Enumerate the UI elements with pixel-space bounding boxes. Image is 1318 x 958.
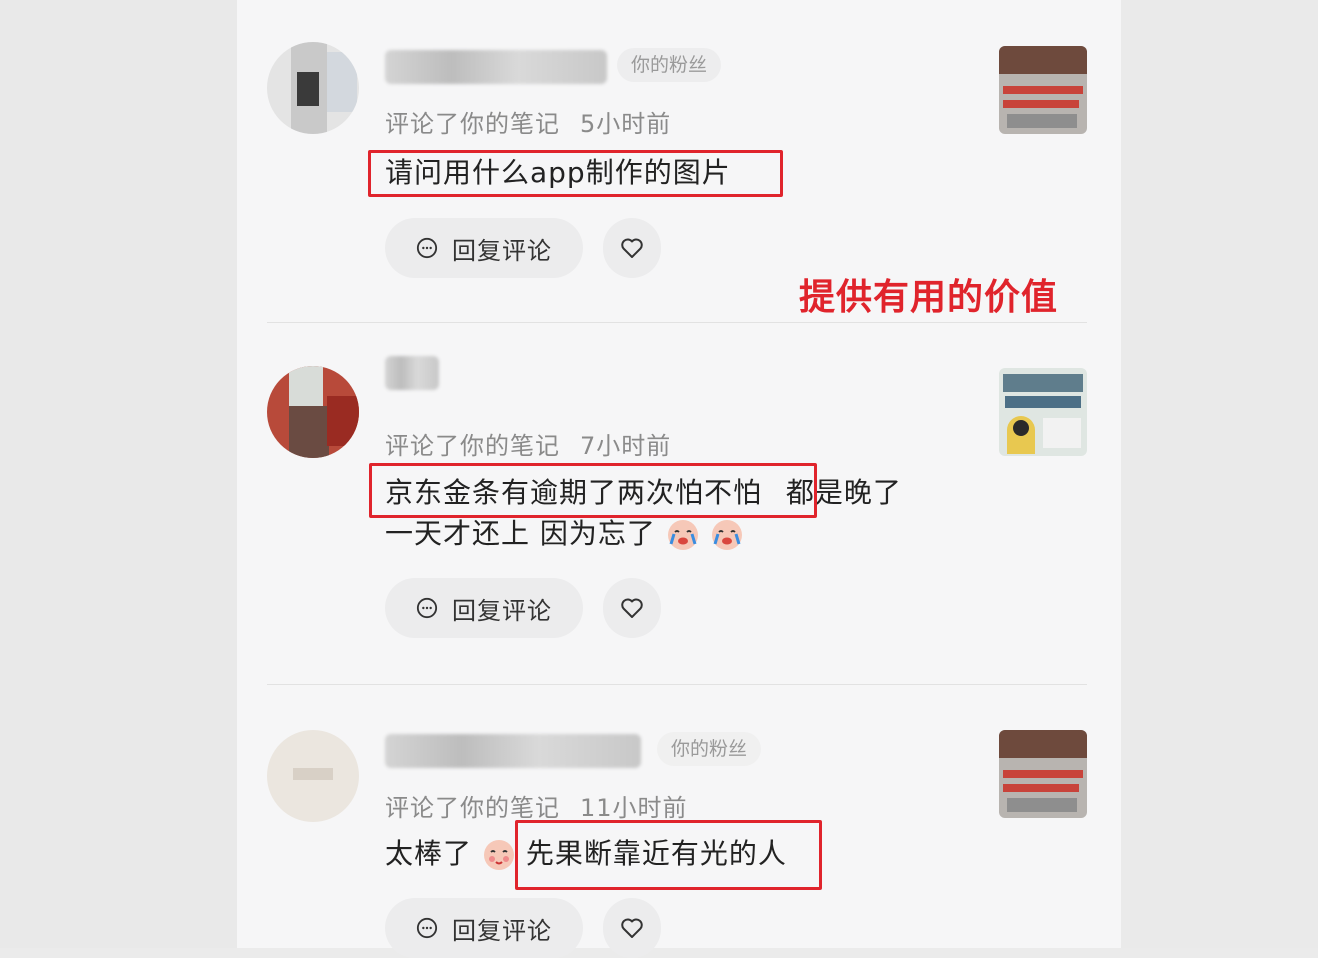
comment-time: 5小时前 — [580, 110, 672, 138]
heart-icon — [621, 238, 643, 258]
avatar[interactable] — [267, 42, 359, 134]
note-thumbnail[interactable] — [999, 368, 1087, 456]
comment-action: 评论了你的笔记 — [385, 110, 560, 138]
background-left — [0, 0, 237, 948]
comment-meta: 评论了你的笔记 11小时前 — [385, 788, 708, 823]
user-name-blurred[interactable] — [385, 734, 641, 768]
highlight-box — [368, 150, 783, 197]
reply-button[interactable]: 回复评论 — [385, 578, 583, 638]
comment-continuation: 一天才还上 因为忘了 — [385, 517, 656, 550]
reply-label: 回复评论 — [452, 916, 552, 945]
heart-icon — [621, 918, 643, 938]
highlight-box — [369, 463, 817, 518]
comment-bubble-icon — [416, 597, 438, 619]
avatar[interactable] — [267, 730, 359, 822]
like-button[interactable] — [603, 898, 661, 958]
heart-icon — [621, 598, 643, 618]
blushing-face-emoji — [483, 840, 514, 870]
list-item: 评论了你的笔记 7小时前 京东金条有逾期了两次怕不怕 都是晚了 一天才还上 因为忘… — [237, 322, 1121, 684]
comment-action: 评论了你的笔记 — [385, 794, 560, 822]
comment-time: 7小时前 — [580, 432, 672, 460]
reply-button[interactable]: 回复评论 — [385, 898, 583, 958]
like-button[interactable] — [603, 218, 661, 278]
avatar[interactable] — [267, 366, 359, 458]
background-right — [1121, 0, 1318, 948]
fan-badge: 你的粉丝 — [617, 48, 722, 82]
comment-bubble-icon — [416, 917, 438, 939]
list-item: 你的粉丝 评论了你的笔记 11小时前 太棒了 先果断靠近有光的人 回复评论 — [237, 684, 1121, 958]
note-thumbnail[interactable] — [999, 730, 1087, 818]
highlight-box — [515, 820, 822, 890]
note-thumbnail[interactable] — [999, 46, 1087, 134]
crying-face-emoji — [711, 520, 742, 550]
like-button[interactable] — [603, 578, 661, 638]
reply-label: 回复评论 — [452, 236, 552, 265]
comment-time: 11小时前 — [580, 794, 688, 822]
annotation-text: 提供有用的价值 — [799, 277, 1059, 318]
comment-meta: 评论了你的笔记 5小时前 — [385, 104, 691, 139]
list-item: 你的粉丝 评论了你的笔记 5小时前 请问用什么app制作的图片 回复评论 提供有… — [237, 0, 1121, 322]
comment-bubble-icon — [416, 237, 438, 259]
comment-meta: 评论了你的笔记 7小时前 — [385, 426, 691, 461]
comment-prefix: 太棒了 — [385, 837, 473, 870]
crying-face-emoji — [667, 520, 698, 550]
user-name-blurred[interactable] — [385, 356, 439, 390]
reply-label: 回复评论 — [452, 596, 552, 625]
comment-action: 评论了你的笔记 — [385, 432, 560, 460]
fan-badge: 你的粉丝 — [657, 732, 762, 766]
user-name-blurred[interactable] — [385, 50, 607, 84]
comment-list: 你的粉丝 评论了你的笔记 5小时前 请问用什么app制作的图片 回复评论 提供有… — [237, 0, 1121, 958]
reply-button[interactable]: 回复评论 — [385, 218, 583, 278]
comment-text-line2: 一天才还上 因为忘了 — [385, 514, 744, 554]
